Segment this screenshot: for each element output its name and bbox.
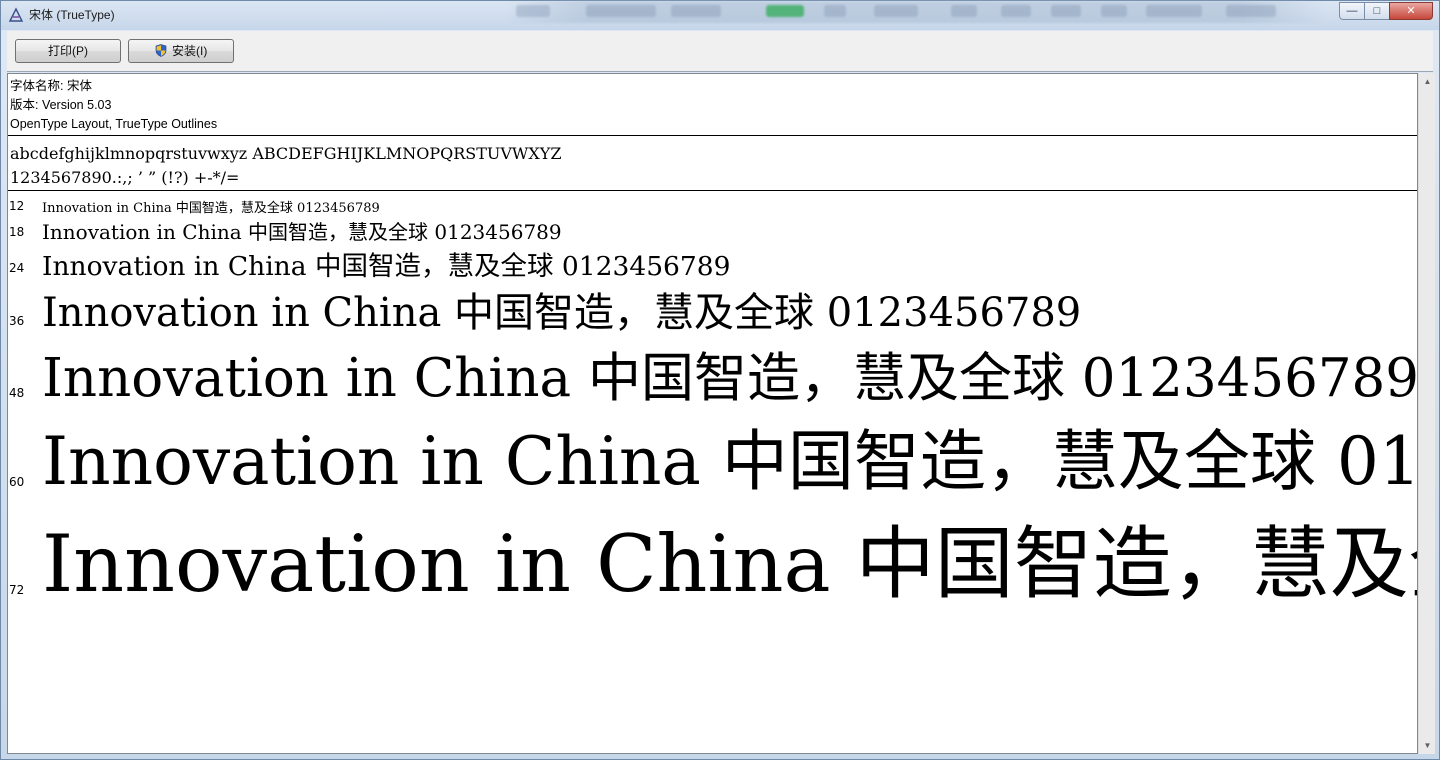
title-bar[interactable]: 宋体 (TrueType) — □ ✕ — [1, 1, 1439, 30]
sample-text: Innovation in China 中国智造，慧及全球 0123456789 — [42, 220, 562, 244]
font-type-line: OpenType Layout, TrueType Outlines — [10, 117, 218, 131]
charset-digits-symbols: 1234567890.:,; ’ ” (!?) +-*/= — [10, 168, 240, 187]
sample-text: Innovation in China 中国智造，慧及全球 0123456789 — [42, 348, 1418, 409]
print-button-label: 打印(P) — [48, 44, 88, 58]
scroll-up-arrow-icon[interactable]: ▲ — [1419, 73, 1436, 90]
sample-size-label: 36 — [9, 314, 25, 328]
uac-shield-icon — [155, 42, 167, 57]
sample-size-label: 18 — [9, 225, 25, 239]
divider — [8, 135, 1417, 136]
font-file-icon — [8, 7, 24, 23]
charset-letters: abcdefghijklmnopqrstuvwxyz ABCDEFGHIJKLM… — [10, 144, 562, 163]
sample-text: Innovation in China 中国智造，慧及全球 0123456789 — [42, 251, 731, 282]
font-name-line: 字体名称: 宋体 — [10, 79, 92, 93]
scroll-down-arrow-icon[interactable]: ▼ — [1419, 737, 1436, 754]
close-button[interactable]: ✕ — [1389, 2, 1433, 20]
font-preview-area[interactable]: 字体名称: 宋体 版本: Version 5.03 OpenType Layou… — [7, 73, 1418, 754]
install-button-label: 安装(I) — [172, 44, 208, 58]
sample-text: Innovation in China 中国智造，慧及全球 0123456789 — [42, 518, 1417, 610]
sample-size-label: 72 — [9, 583, 25, 597]
window-title: 宋体 (TrueType) — [29, 8, 115, 22]
font-info: 字体名称: 宋体 版本: Version 5.03 OpenType Layou… — [10, 77, 217, 134]
sample-text: Innovation in China 中国智造，慧及全球 0123456789 — [42, 201, 380, 216]
sample-size-label: 24 — [9, 261, 25, 275]
install-button[interactable]: 安装(I) — [128, 39, 234, 63]
maximize-button[interactable]: □ — [1364, 2, 1390, 20]
sample-text: Innovation in China 中国智造，慧及全球 0123456789 — [42, 423, 1418, 500]
divider — [8, 190, 1417, 191]
font-viewer-window: 宋体 (TrueType) — □ ✕ 打印(P) 安装(I) 字体名称: 宋体… — [0, 0, 1440, 760]
print-button[interactable]: 打印(P) — [15, 39, 121, 63]
sample-text: Innovation in China 中国智造，慧及全球 0123456789 — [42, 290, 1082, 336]
sample-size-label: 12 — [9, 199, 25, 213]
window-controls: — □ ✕ — [1339, 2, 1433, 21]
sample-size-label: 60 — [9, 475, 25, 489]
font-version-line: 版本: Version 5.03 — [10, 98, 112, 112]
toolbar: 打印(P) 安装(I) — [7, 31, 1433, 72]
minimize-button[interactable]: — — [1339, 2, 1365, 20]
vertical-scrollbar[interactable]: ▲ ▼ — [1418, 73, 1435, 754]
background-taskbar-blur — [506, 1, 1326, 23]
sample-size-label: 48 — [9, 386, 25, 400]
